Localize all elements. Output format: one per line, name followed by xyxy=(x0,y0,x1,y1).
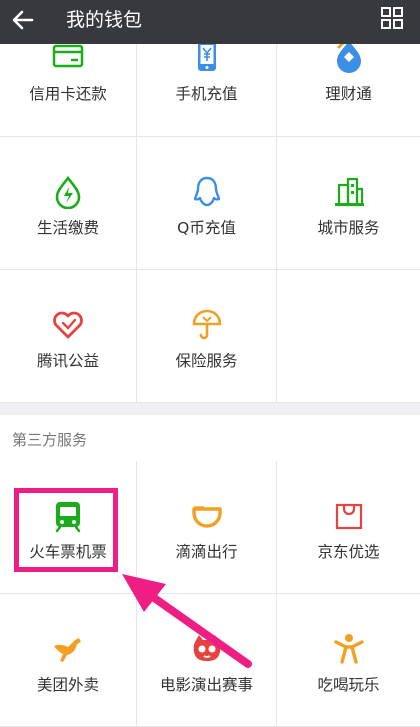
wealth-drop-icon xyxy=(336,41,361,73)
service-movie[interactable]: 电影演出赛事 xyxy=(137,594,277,727)
empty-cell xyxy=(277,270,420,403)
city-buildings-icon xyxy=(334,177,364,207)
service-utilities[interactable]: 生活缴费 xyxy=(0,137,137,270)
charity-heart-icon xyxy=(53,311,83,339)
service-label: 滴滴出行 xyxy=(175,543,238,561)
service-city[interactable]: 城市服务 xyxy=(277,137,420,270)
back-arrow-icon[interactable] xyxy=(10,7,36,33)
service-label: 生活缴费 xyxy=(36,219,99,237)
section-divider xyxy=(0,403,420,415)
service-label: 电影演出赛事 xyxy=(159,676,253,694)
train-icon xyxy=(55,502,81,533)
service-charity[interactable]: 腾讯公益 xyxy=(0,270,137,403)
service-label: 信用卡还款 xyxy=(29,85,107,103)
service-label: 保险服务 xyxy=(175,352,238,370)
third-party-services: 火车票机票 滴滴出行 京东优选 美团外卖 电影演出赛事 吃喝玩乐 xyxy=(0,461,420,727)
cat-eye-icon xyxy=(193,635,220,661)
service-label: Q币充值 xyxy=(177,219,236,237)
shopping-bag-icon xyxy=(335,503,362,530)
kangaroo-icon xyxy=(54,638,81,662)
page-title: 我的钱包 xyxy=(66,9,143,31)
grid-menu-icon[interactable] xyxy=(380,6,404,30)
service-label: 吃喝玩乐 xyxy=(317,676,380,694)
third-party-header: 第三方服务 xyxy=(0,415,420,462)
service-label: 腾讯公益 xyxy=(36,352,99,370)
tencent-services: 信用卡还款 手机充值 理财通 生活缴费 Q币充值 城市服务 腾讯公益 保险服务 xyxy=(0,3,420,403)
service-qcoin[interactable]: Q币充值 xyxy=(137,137,277,270)
service-label: 手机充值 xyxy=(175,85,238,103)
section-title: 第三方服务 xyxy=(12,431,88,449)
person-jump-icon xyxy=(333,634,364,664)
credit-card-icon xyxy=(52,44,84,68)
service-meituan[interactable]: 美团外卖 xyxy=(0,594,137,727)
service-label: 理财通 xyxy=(325,85,372,103)
lightning-drop-icon xyxy=(55,175,81,209)
service-label: 火车票机票 xyxy=(29,543,107,561)
service-label: 美团外卖 xyxy=(36,676,99,694)
didi-icon xyxy=(191,506,222,528)
service-label: 城市服务 xyxy=(317,219,380,237)
phone-yuan-icon xyxy=(197,41,216,71)
umbrella-shield-icon xyxy=(192,309,221,340)
service-label: 京东优选 xyxy=(317,543,380,561)
service-didi[interactable]: 滴滴出行 xyxy=(137,461,277,594)
service-train-flight-tickets[interactable]: 火车票机票 xyxy=(0,461,137,594)
qq-penguin-icon xyxy=(193,176,220,207)
service-jd[interactable]: 京东优选 xyxy=(277,461,420,594)
service-entertainment[interactable]: 吃喝玩乐 xyxy=(277,594,420,727)
header-bar: 我的钱包 xyxy=(0,0,420,44)
service-insurance[interactable]: 保险服务 xyxy=(137,270,277,403)
